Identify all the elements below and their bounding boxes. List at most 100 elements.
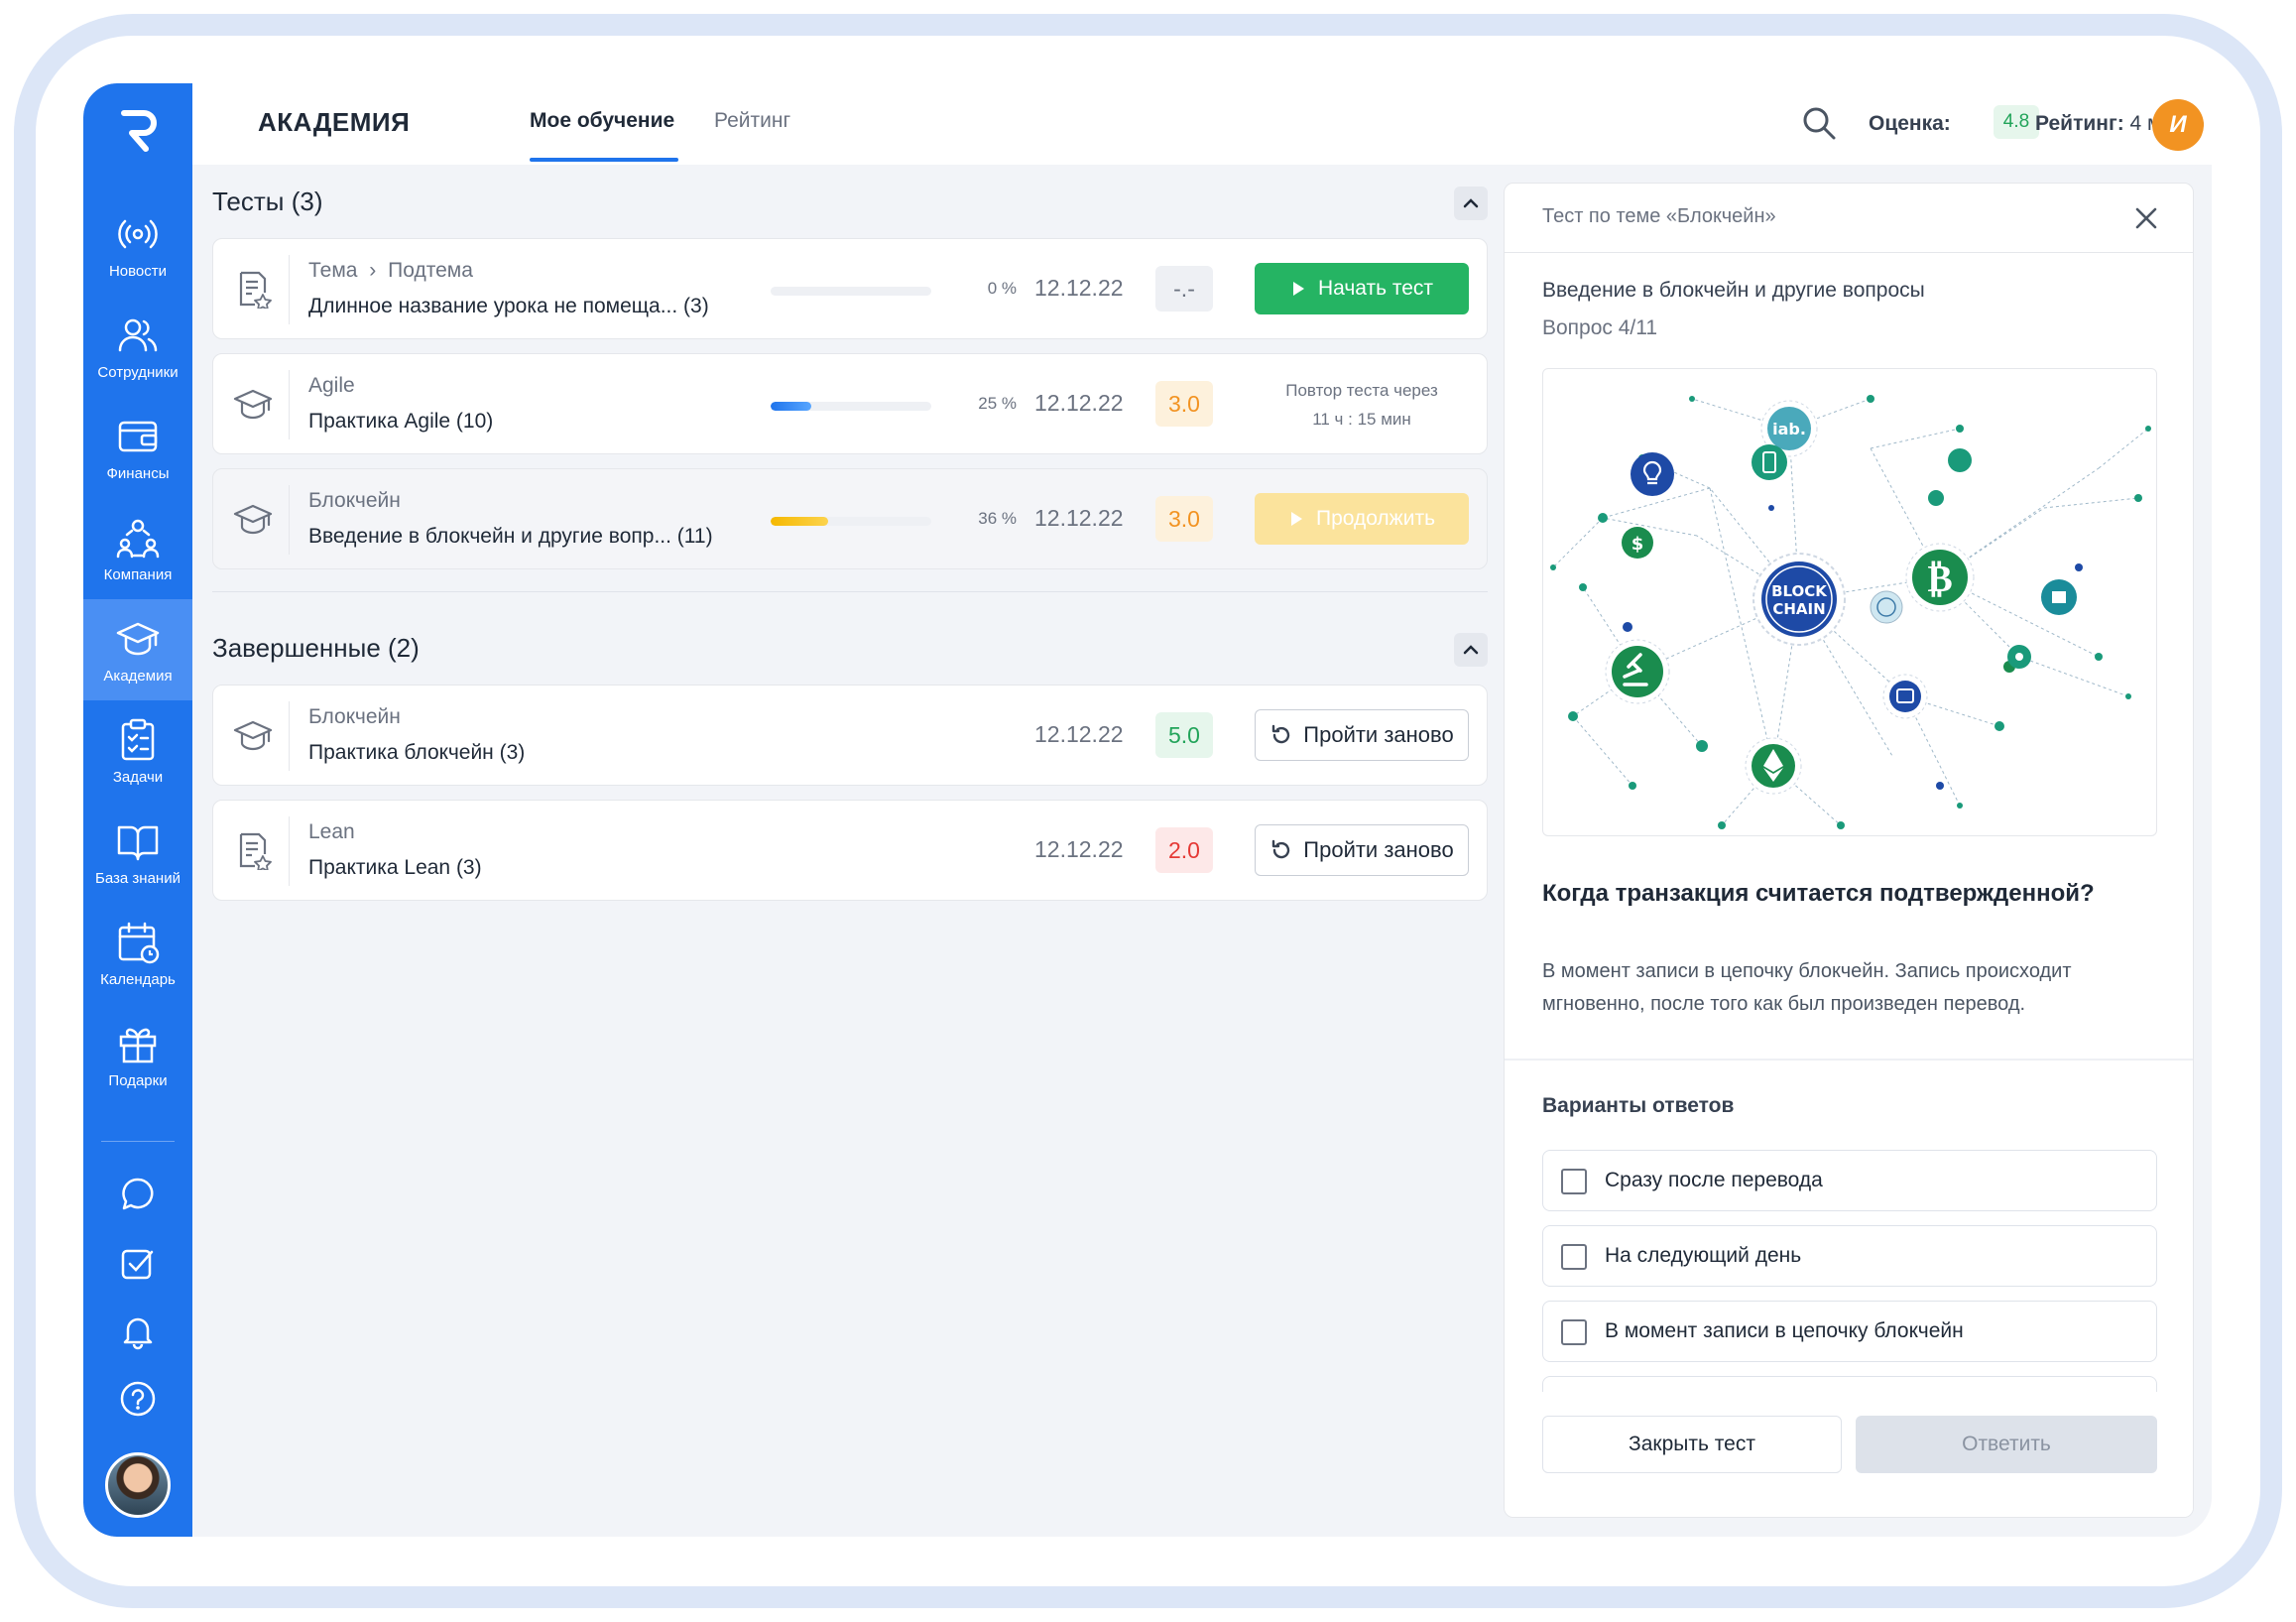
nav-item-finance[interactable]: Финансы bbox=[83, 397, 192, 498]
card-category: Блокчейн bbox=[308, 705, 401, 728]
active-tab-indicator bbox=[530, 158, 678, 162]
bell-icon bbox=[123, 1317, 153, 1350]
todo-button[interactable] bbox=[83, 1234, 192, 1294]
panel-divider bbox=[1505, 1059, 2193, 1061]
collapse-tests-button[interactable] bbox=[1454, 187, 1488, 220]
tests-section-title: Тесты (3) bbox=[212, 187, 323, 216]
search-icon[interactable] bbox=[1799, 103, 1839, 143]
answer-option[interactable]: На следующий день bbox=[1542, 1225, 2157, 1287]
progress-label: 0 % bbox=[987, 279, 1017, 298]
card-divider bbox=[289, 370, 290, 439]
close-icon[interactable] bbox=[2129, 201, 2163, 235]
progress-label: 25 % bbox=[978, 394, 1017, 413]
answer-checkbox[interactable] bbox=[1561, 1169, 1587, 1194]
nav-item-news[interactable]: Новости bbox=[83, 194, 192, 296]
button-label: Пройти заново bbox=[1303, 837, 1454, 862]
nav-item-calendar[interactable]: Календарь bbox=[83, 903, 192, 1004]
question-text: Когда транзакция считается подтвержденно… bbox=[1542, 880, 2095, 907]
answer-option[interactable]: Сразу после перевода bbox=[1542, 1150, 2157, 1211]
button-label: Пройти заново bbox=[1303, 722, 1454, 747]
card-date: 12.12.22 bbox=[1034, 505, 1124, 531]
page-title: АКАДЕМИЯ bbox=[258, 107, 411, 137]
nav-item-tasks[interactable]: Задачи bbox=[83, 700, 192, 802]
continue-button[interactable]: Продолжить bbox=[1255, 493, 1469, 545]
play-icon bbox=[1292, 282, 1304, 296]
test-subtitle: Введение в блокчейн и другие вопросы bbox=[1542, 279, 1925, 302]
users-icon bbox=[118, 318, 158, 351]
nav-label: База знаний bbox=[95, 869, 181, 887]
score-label: Оценка: bbox=[1869, 112, 1951, 135]
blockchain-network-icon: BLOCK CHAIN iab. ₿ $ bbox=[1550, 395, 2151, 829]
card-title: Практика блокчейн (3) bbox=[308, 741, 526, 764]
nav-item-gifts[interactable]: Подарки bbox=[83, 1004, 192, 1105]
svg-text:$: $ bbox=[1631, 534, 1644, 555]
company-icon bbox=[116, 519, 160, 558]
tab-rating[interactable]: Рейтинг bbox=[714, 109, 790, 133]
calendar-icon bbox=[118, 922, 160, 963]
nav-label: Задачи bbox=[112, 768, 164, 786]
profile-avatar[interactable] bbox=[105, 1452, 171, 1518]
nav-item-employees[interactable]: Сотрудники bbox=[83, 296, 192, 397]
card-title: Практика Agile (10) bbox=[308, 410, 494, 433]
card-date: 12.12.22 bbox=[1034, 836, 1124, 862]
question-explanation: В момент записи в цепочку блокчейн. Запи… bbox=[1542, 960, 2072, 1015]
card-category: Lean bbox=[308, 820, 355, 843]
user-avatar[interactable]: И bbox=[2152, 99, 2204, 151]
chat-icon bbox=[122, 1178, 154, 1210]
graduation-cap-icon bbox=[233, 504, 273, 535]
completed-card[interactable]: Lean Практика Lean (3) 12.12.22 2.0 Прой… bbox=[212, 800, 1488, 901]
answer-option[interactable]: В момент записи в цепочку блокчейн bbox=[1542, 1301, 2157, 1362]
answer-checkbox[interactable] bbox=[1561, 1244, 1587, 1270]
retake-button[interactable]: Пройти заново bbox=[1255, 824, 1469, 876]
card-divider bbox=[289, 255, 290, 324]
answer-checkbox[interactable] bbox=[1561, 1319, 1587, 1345]
help-icon bbox=[120, 1381, 156, 1417]
test-doc-icon bbox=[239, 832, 272, 870]
answer-label: На следующий день bbox=[1605, 1244, 1802, 1267]
test-card[interactable]: Agile Практика Agile (10) 25 % 12.12.22 … bbox=[212, 353, 1488, 454]
checkbox-icon bbox=[121, 1249, 154, 1280]
button-label: Начать тест bbox=[1317, 277, 1434, 300]
completed-card[interactable]: Блокчейн Практика блокчейн (3) 12.12.22 … bbox=[212, 685, 1488, 786]
panel-title: Тест по теме «Блокчейн» bbox=[1542, 205, 1776, 227]
retry-label: Повтор теста через bbox=[1285, 381, 1438, 400]
nav-item-knowledge-base[interactable]: База знаний bbox=[83, 802, 192, 903]
help-button[interactable] bbox=[83, 1369, 192, 1429]
breadcrumb-chevron-icon: › bbox=[369, 259, 377, 282]
section-divider bbox=[212, 591, 1488, 592]
close-test-button[interactable]: Закрыть тест bbox=[1542, 1416, 1842, 1473]
answer-option[interactable] bbox=[1542, 1376, 2157, 1392]
nav-label: Новости bbox=[108, 262, 168, 280]
progress-bar bbox=[771, 517, 931, 526]
app-window: Новости Сотрудники Финансы Компания Акад… bbox=[83, 83, 2212, 1537]
retry-icon bbox=[1272, 839, 1290, 859]
app-logo[interactable] bbox=[83, 95, 192, 165]
answers-list: Сразу после перевода На следующий день В… bbox=[1505, 1140, 2193, 1392]
progress-label: 36 % bbox=[978, 509, 1017, 528]
test-card[interactable]: Тема › Подтема Длинное название урока не… bbox=[212, 238, 1488, 339]
graduation-cap-icon bbox=[233, 389, 273, 420]
notifications-button[interactable] bbox=[83, 1302, 192, 1361]
panel-header: Тест по теме «Блокчейн» bbox=[1505, 184, 2193, 253]
broadcast-icon bbox=[118, 219, 158, 248]
nav-label: Академия bbox=[103, 667, 173, 685]
progress-bar bbox=[771, 287, 931, 296]
play-icon bbox=[1290, 512, 1302, 526]
start-test-button[interactable]: Начать тест bbox=[1255, 263, 1469, 314]
test-card[interactable]: Блокчейн Введение в блокчейн и другие во… bbox=[212, 468, 1488, 569]
completed-section-title: Завершенные (2) bbox=[212, 633, 420, 663]
submit-answer-button[interactable]: Ответить bbox=[1856, 1416, 2157, 1473]
card-breadcrumb: Тема › Подтема bbox=[308, 259, 473, 283]
card-date: 12.12.22 bbox=[1034, 275, 1124, 301]
panel-footer: Закрыть тест Ответить bbox=[1505, 1396, 2193, 1517]
tab-my-learning[interactable]: Мое обучение bbox=[530, 109, 674, 133]
card-title: Длинное название урока не помеща... (3) bbox=[308, 295, 709, 317]
retake-button[interactable]: Пройти заново bbox=[1255, 709, 1469, 761]
chevron-up-icon bbox=[1463, 645, 1479, 655]
nav-item-academy[interactable]: Академия bbox=[83, 599, 192, 700]
collapse-completed-button[interactable] bbox=[1454, 633, 1488, 667]
progress-bar bbox=[771, 402, 931, 411]
chat-button[interactable] bbox=[83, 1165, 192, 1224]
answer-label: В момент записи в цепочку блокчейн bbox=[1605, 1319, 1964, 1342]
nav-item-company[interactable]: Компания bbox=[83, 498, 192, 599]
